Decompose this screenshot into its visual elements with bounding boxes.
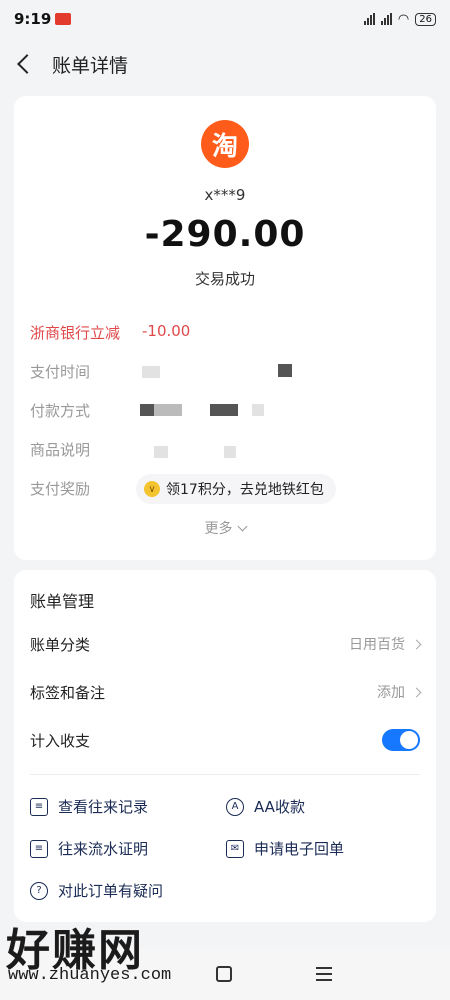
signal-icon-2 <box>380 13 392 25</box>
reward-label: 支付奖励 <box>30 480 91 498</box>
redacted-block <box>142 366 160 378</box>
tag-label: 标签和备注 <box>30 683 106 702</box>
tag-value: 添加 <box>377 682 422 702</box>
aa-icon: A <box>226 797 244 816</box>
records-icon: ≡ <box>30 797 48 816</box>
redacted-block <box>154 404 182 416</box>
aa-collect-button[interactable]: A AA收款 <box>226 796 305 817</box>
tag-note-row[interactable]: 标签和备注 添加 <box>14 670 436 714</box>
aa-collect-label: AA收款 <box>254 798 305 816</box>
redacted-block <box>210 404 238 416</box>
category-value: 日用百货 <box>349 634 422 654</box>
home-icon[interactable] <box>216 966 232 982</box>
section-title: 账单管理 <box>30 592 95 611</box>
discount-value: -10.00 <box>142 322 191 340</box>
more-button[interactable]: 更多 <box>14 518 436 538</box>
chevron-right-icon <box>411 639 422 649</box>
merchant-name: x***9 <box>204 186 246 204</box>
points-reward-text: 领17积分，去兑地铁红包 <box>166 482 324 498</box>
points-reward-pill[interactable]: ∨ 领17积分，去兑地铁红包 <box>136 474 336 504</box>
count-toggle[interactable] <box>382 729 420 751</box>
bill-management-card: 账单管理 账单分类 日用百货 标签和备注 添加 计入收支 ≡ 查看往来记录 A … <box>14 570 436 922</box>
menu-icon[interactable] <box>316 967 332 985</box>
order-question-button[interactable]: ? 对此订单有疑问 <box>30 880 163 901</box>
tag-value-text: 添加 <box>377 685 405 701</box>
redacted-block <box>278 364 292 377</box>
discount-label: 浙商银行立减 <box>30 324 121 342</box>
pay-method-label: 付款方式 <box>30 402 91 420</box>
statement-button[interactable]: ≡ 往来流水证明 <box>30 838 148 859</box>
statement-icon: ≡ <box>30 839 48 858</box>
redacted-block <box>252 404 264 416</box>
taobao-logo-icon: 淘 <box>201 120 249 168</box>
statement-label: 往来流水证明 <box>58 840 149 858</box>
chevron-right-icon <box>411 687 422 697</box>
nav-bar: 账单详情 <box>0 38 450 90</box>
divider <box>30 774 420 775</box>
coin-icon: ∨ <box>144 481 160 497</box>
e-receipt-label: 申请电子回单 <box>254 840 345 858</box>
battery-icon: 26 <box>415 12 436 26</box>
back-icon[interactable] <box>17 54 37 74</box>
wifi-icon: ◠ <box>397 11 410 27</box>
category-value-text: 日用百货 <box>349 637 405 653</box>
redacted-block <box>140 404 154 416</box>
redacted-block <box>154 446 168 458</box>
e-receipt-button[interactable]: ✉ 申请电子回单 <box>226 838 344 859</box>
status-time: 9:19 <box>14 10 52 28</box>
order-question-label: 对此订单有疑问 <box>58 882 164 900</box>
goods-label: 商品说明 <box>30 441 91 459</box>
more-label: 更多 <box>204 521 233 537</box>
chevron-down-icon <box>237 521 247 532</box>
page-title: 账单详情 <box>52 54 129 77</box>
count-row: 计入收支 <box>14 718 436 762</box>
count-label: 计入收支 <box>30 731 91 750</box>
pay-time-label: 支付时间 <box>30 363 91 381</box>
trade-status: 交易成功 <box>194 270 255 288</box>
watermark-url: www.zhuanyes.com <box>8 966 172 985</box>
category-row[interactable]: 账单分类 日用百货 <box>14 622 436 666</box>
amount: -290.00 <box>144 214 306 255</box>
bill-summary-card: 淘 x***9 -290.00 交易成功 浙商银行立减 -10.00 支付时间 … <box>14 96 436 560</box>
signal-icon <box>363 13 375 25</box>
status-bar: 9:19 ◠ 26 <box>0 0 450 38</box>
view-records-label: 查看往来记录 <box>58 798 149 816</box>
redacted-block <box>224 446 236 458</box>
status-icons: ◠ 26 <box>363 11 436 27</box>
mail-icon: ✉ <box>226 839 244 858</box>
view-records-button[interactable]: ≡ 查看往来记录 <box>30 796 148 817</box>
category-label: 账单分类 <box>30 635 91 654</box>
question-icon: ? <box>30 881 48 900</box>
notification-icon <box>55 13 72 25</box>
